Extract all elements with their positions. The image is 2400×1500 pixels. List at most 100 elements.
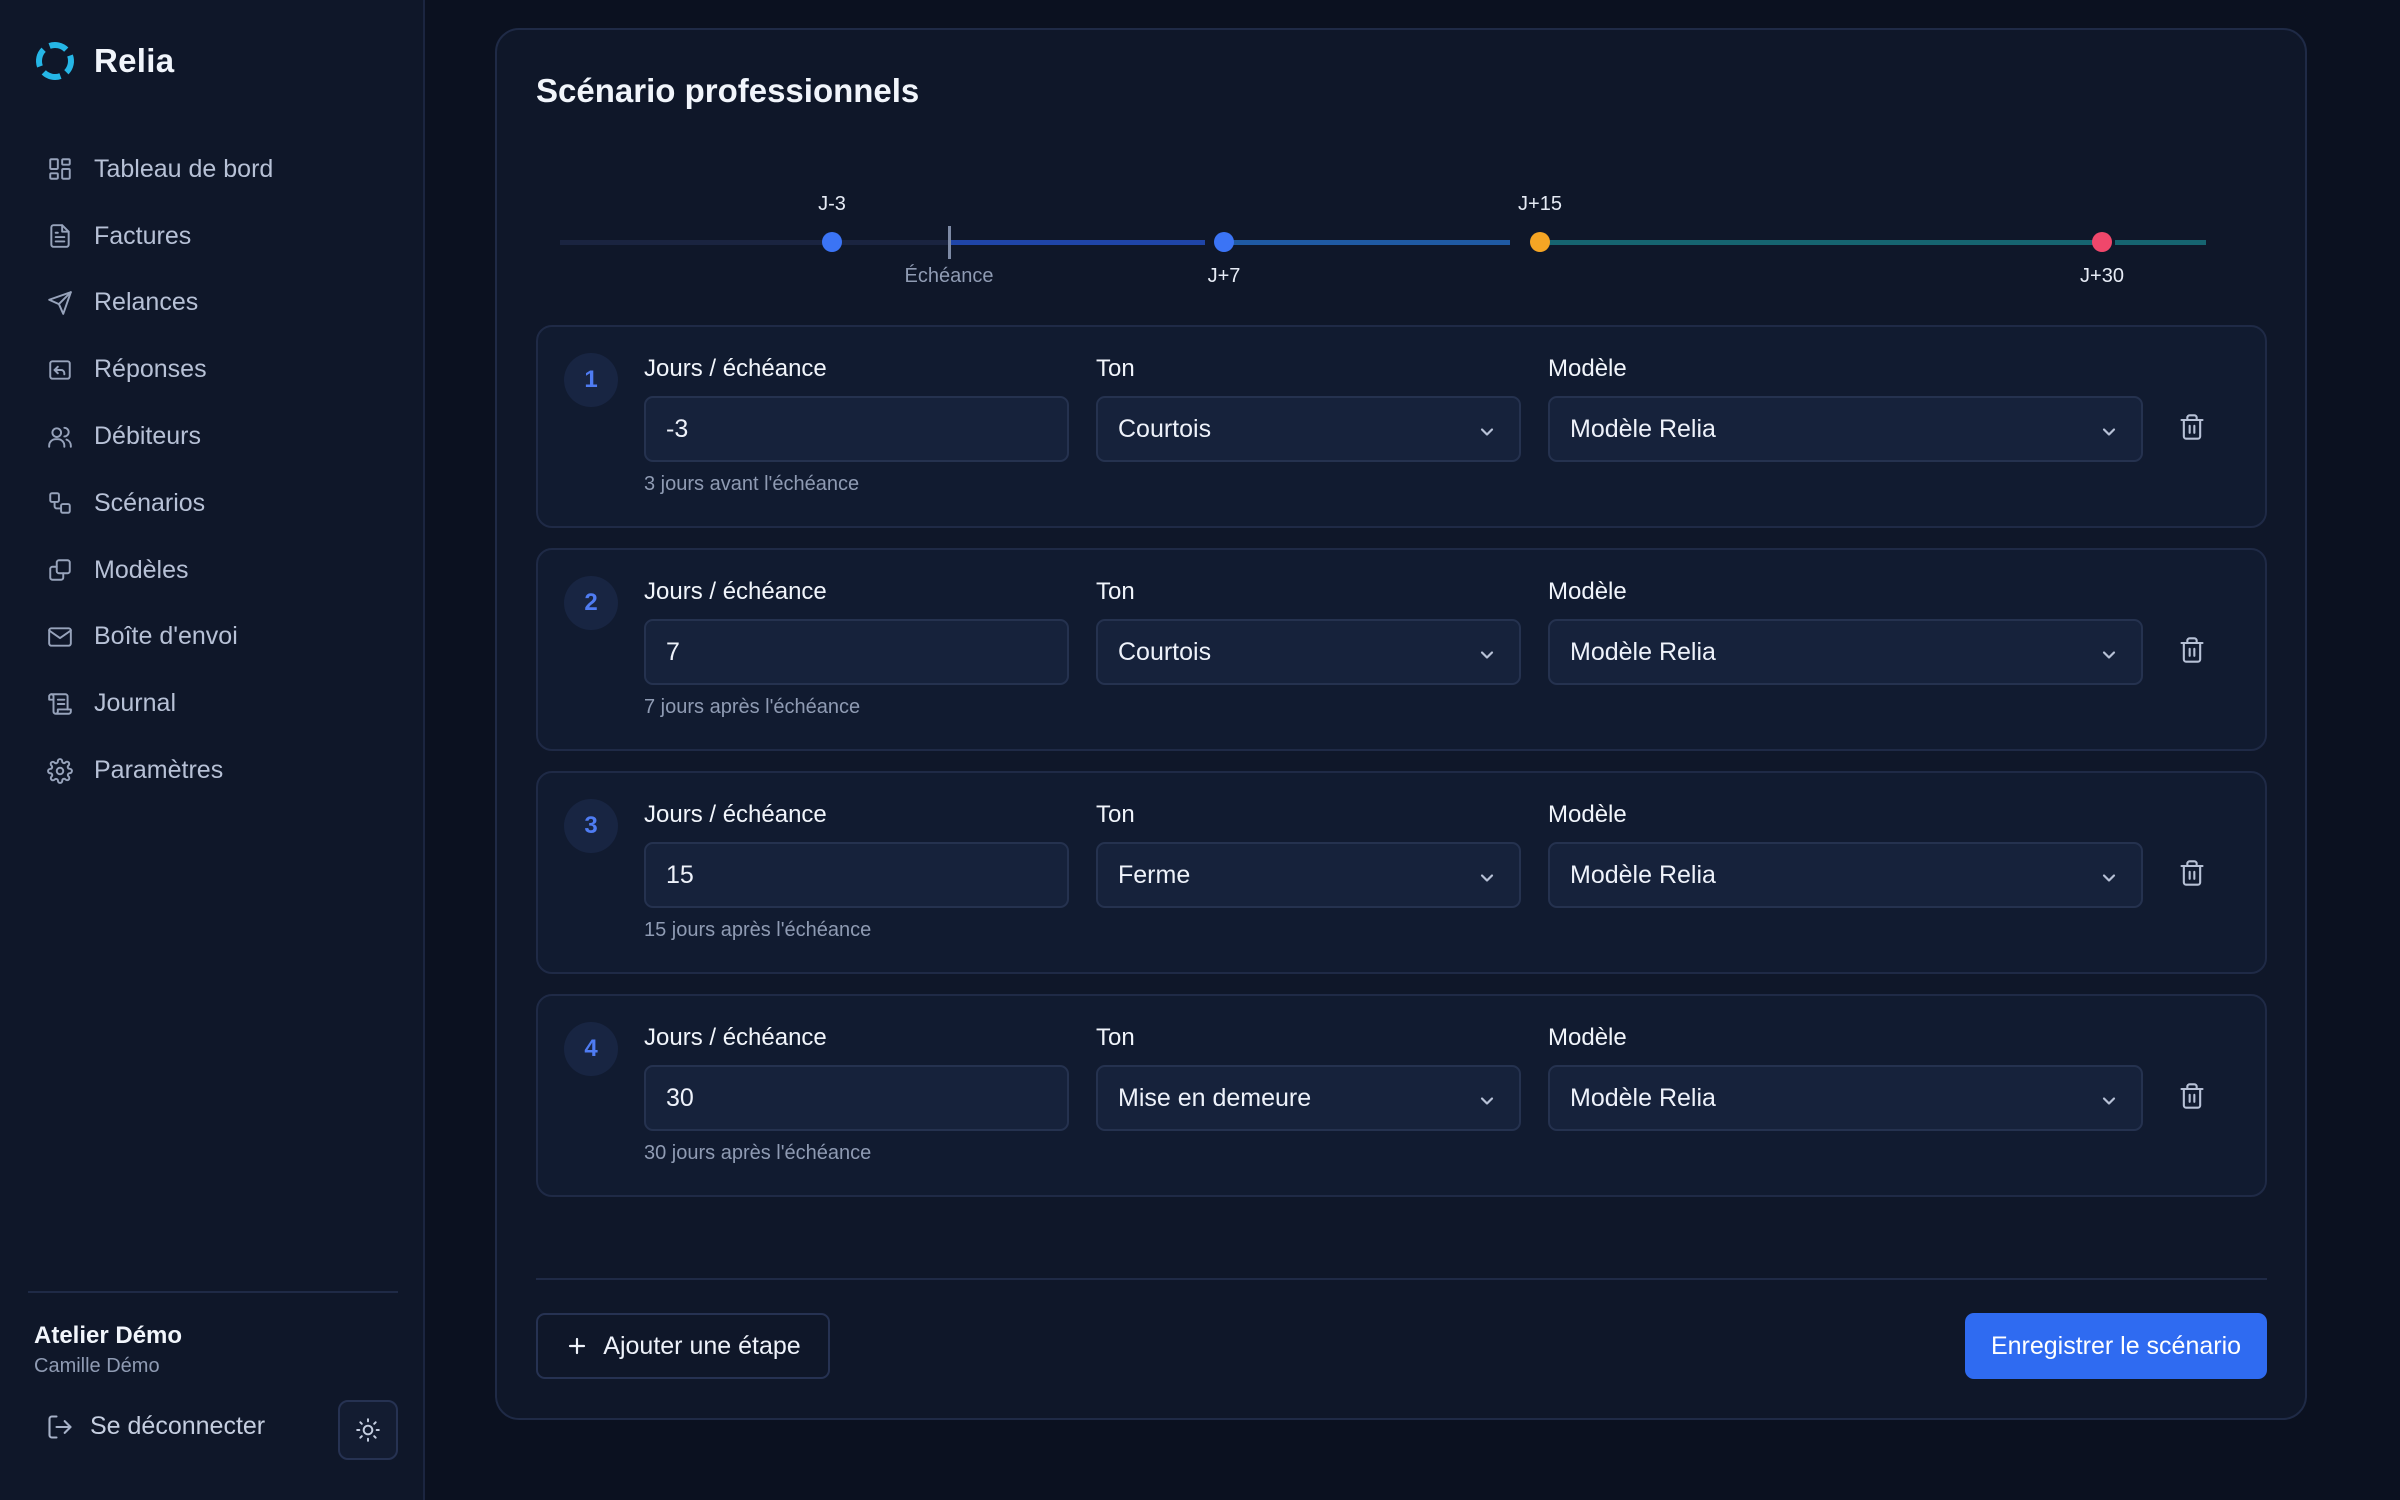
- tone-label: Ton: [1096, 578, 1135, 605]
- sidebar-item-modeles[interactable]: Modèles: [0, 537, 425, 604]
- sidebar-item-boite-envoi[interactable]: Boîte d'envoi: [0, 604, 425, 671]
- chevron-down-icon: [2099, 1089, 2119, 1109]
- template-select-value: Modèle Relia: [1570, 414, 1716, 443]
- templates-icon: [46, 556, 74, 584]
- days-label: Jours / échéance: [644, 578, 827, 605]
- days-label: Jours / échéance: [644, 355, 827, 382]
- send-icon: [46, 289, 74, 317]
- days-input[interactable]: 7: [644, 619, 1069, 685]
- chevron-down-icon: [1477, 420, 1497, 440]
- add-step-label: Ajouter une étape: [603, 1331, 801, 1360]
- sidebar-item-label: Boîte d'envoi: [94, 622, 238, 651]
- delete-step-button[interactable]: [2172, 407, 2212, 447]
- theme-toggle-button[interactable]: [338, 1400, 398, 1460]
- add-step-button[interactable]: Ajouter une étape: [536, 1313, 830, 1379]
- save-scenario-button[interactable]: Enregistrer le scénario: [1965, 1313, 2267, 1379]
- sidebar-item-label: Scénarios: [94, 488, 206, 517]
- sidebar: Relia Tableau de bord Factures Relances …: [0, 0, 425, 1500]
- template-label: Modèle: [1548, 578, 1627, 605]
- logout-button[interactable]: Se déconnecter: [46, 1412, 265, 1441]
- trash-icon: [2180, 1083, 2204, 1109]
- tone-label: Ton: [1096, 1024, 1135, 1051]
- tone-select[interactable]: Courtois: [1096, 619, 1521, 685]
- template-select-value: Modèle Relia: [1570, 1083, 1716, 1112]
- sidebar-item-reponses[interactable]: Réponses: [0, 336, 425, 403]
- template-select-value: Modèle Relia: [1570, 860, 1716, 889]
- days-input[interactable]: 15: [644, 842, 1069, 908]
- relia-logo-icon: [36, 42, 74, 80]
- timeline-marker-label: J+30: [2080, 265, 2124, 287]
- sidebar-item-label: Factures: [94, 221, 192, 250]
- days-hint: 15 jours après l'échéance: [644, 919, 872, 941]
- logout-label: Se déconnecter: [90, 1412, 266, 1440]
- step-number-badge: 1: [564, 353, 618, 407]
- days-hint: 3 jours avant l'échéance: [644, 473, 860, 495]
- sidebar-item-relances[interactable]: Relances: [0, 270, 425, 337]
- timeline-track-relance-1: [951, 240, 1205, 245]
- timeline-track-relance-2: [1227, 240, 1510, 245]
- template-label: Modèle: [1548, 1024, 1627, 1051]
- sidebar-item-journal[interactable]: Journal: [0, 670, 425, 737]
- timeline-marker-label: J+15: [1518, 193, 1562, 215]
- timeline-marker-dot[interactable]: [1214, 232, 1234, 252]
- chevron-down-icon: [1477, 866, 1497, 886]
- template-select[interactable]: Modèle Relia: [1548, 842, 2143, 908]
- chevron-down-icon: [2099, 866, 2119, 886]
- user-name: Camille Démo: [34, 1355, 160, 1377]
- sidebar-item-label: Journal: [94, 689, 176, 718]
- scenario-step: 2 Jours / échéance 7 7 jours après l'éch…: [536, 548, 2267, 751]
- sun-icon: [356, 1418, 380, 1442]
- step-number-badge: 4: [564, 1022, 618, 1076]
- days-input[interactable]: 30: [644, 1065, 1069, 1131]
- days-input[interactable]: -3: [644, 396, 1069, 462]
- trash-icon: [2180, 860, 2204, 886]
- timeline-track-after: [2115, 240, 2206, 245]
- tone-label: Ton: [1096, 801, 1135, 828]
- chevron-down-icon: [2099, 643, 2119, 663]
- trash-icon: [2180, 637, 2204, 663]
- scenario-card: Scénario professionnels Échéance J-3 J+7…: [495, 28, 2307, 1420]
- template-label: Modèle: [1548, 801, 1627, 828]
- sidebar-item-dashboard[interactable]: Tableau de bord: [0, 136, 425, 203]
- template-select[interactable]: Modèle Relia: [1548, 1065, 2143, 1131]
- timeline-marker-dot[interactable]: [1530, 232, 1550, 252]
- sidebar-item-scenarios[interactable]: Scénarios: [0, 470, 425, 537]
- scenario-step: 4 Jours / échéance 30 30 jours après l'é…: [536, 994, 2267, 1197]
- gear-icon: [46, 757, 74, 785]
- scenario-step: 3 Jours / échéance 15 15 jours après l'é…: [536, 771, 2267, 974]
- timeline-track-relance-3: [1533, 240, 2093, 245]
- sidebar-item-parametres[interactable]: Paramètres: [0, 737, 425, 804]
- sidebar-item-debiteurs[interactable]: Débiteurs: [0, 403, 425, 470]
- users-icon: [46, 423, 74, 451]
- delete-step-button[interactable]: [2172, 1076, 2212, 1116]
- tone-select[interactable]: Mise en demeure: [1096, 1065, 1521, 1131]
- sidebar-item-factures[interactable]: Factures: [0, 203, 425, 270]
- chevron-down-icon: [1477, 1089, 1497, 1109]
- echeance-label: Échéance: [904, 265, 994, 287]
- delete-step-button[interactable]: [2172, 630, 2212, 670]
- brand[interactable]: Relia: [34, 40, 174, 82]
- timeline-marker-dot[interactable]: [2092, 232, 2112, 252]
- days-hint: 7 jours après l'échéance: [644, 696, 861, 718]
- chevron-down-icon: [1477, 643, 1497, 663]
- tone-select[interactable]: Courtois: [1096, 396, 1521, 462]
- trash-icon: [2180, 414, 2204, 440]
- reply-icon: [46, 356, 74, 384]
- file-text-icon: [46, 222, 74, 250]
- logout-icon: [48, 1414, 72, 1439]
- organization-name: Atelier Démo: [34, 1322, 183, 1349]
- scenario-step: 1 Jours / échéance -3 3 jours avant l'éc…: [536, 325, 2267, 528]
- timeline-marker-label: J-3: [818, 193, 846, 215]
- template-select[interactable]: Modèle Relia: [1548, 619, 2143, 685]
- days-label: Jours / échéance: [644, 801, 827, 828]
- days-hint: 30 jours après l'échéance: [644, 1142, 872, 1164]
- template-select[interactable]: Modèle Relia: [1548, 396, 2143, 462]
- timeline-marker-dot[interactable]: [822, 232, 842, 252]
- tone-select[interactable]: Ferme: [1096, 842, 1521, 908]
- step-number-badge: 3: [564, 799, 618, 853]
- delete-step-button[interactable]: [2172, 853, 2212, 893]
- echeance-tick: [948, 226, 951, 259]
- tone-select-value: Ferme: [1118, 860, 1191, 889]
- sidebar-item-label: Modèles: [94, 555, 189, 584]
- dashboard-icon: [46, 155, 74, 183]
